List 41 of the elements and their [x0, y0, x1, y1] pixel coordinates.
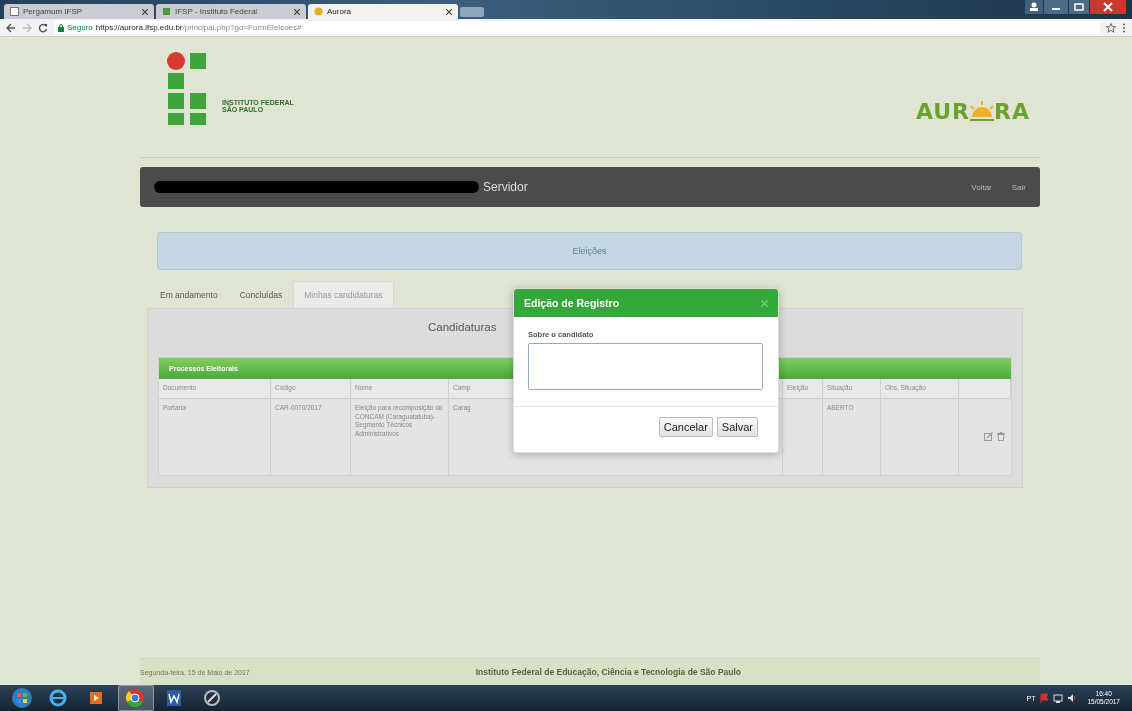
close-icon[interactable]	[142, 8, 148, 15]
favicon-icon	[314, 7, 323, 16]
minimize-icon[interactable]	[1044, 0, 1068, 14]
tab-title: IFSP - Instituto Federal	[175, 7, 259, 16]
section-title: Eleições	[157, 232, 1022, 270]
maximize-icon[interactable]	[1069, 0, 1089, 14]
favicon-icon	[162, 7, 171, 16]
tab-title: Aurora	[327, 7, 352, 16]
dialog-title: Edição de Registro	[524, 297, 620, 309]
star-icon[interactable]	[1106, 22, 1116, 33]
user-role: Servidor	[483, 180, 528, 194]
tab[interactable]: Em andamento	[149, 281, 229, 308]
user-icon[interactable]	[1025, 0, 1043, 14]
chrome-icon[interactable]	[118, 685, 154, 711]
dialog-button[interactable]: Cancelar	[658, 417, 713, 437]
close-icon[interactable]	[294, 8, 300, 15]
tab[interactable]: Concluídas	[228, 281, 294, 308]
close-icon[interactable]	[446, 8, 452, 15]
back-icon[interactable]	[6, 22, 16, 33]
logo-text: AUR	[915, 99, 971, 124]
close-icon[interactable]	[1090, 0, 1126, 14]
reload-icon[interactable]	[38, 22, 48, 33]
tab-title: Pergamum IFSP	[23, 7, 84, 16]
logo-text: RA	[994, 99, 1030, 124]
favicon-icon	[10, 7, 19, 16]
security-label: Seguro	[67, 23, 93, 32]
footer-institution: Instituto Federal de Educação, Ciência e Tecnologia de São Paulo	[475, 667, 742, 677]
network-icon[interactable]	[1053, 693, 1064, 703]
address-bar[interactable]: Seguro https://aurora.ifsp.edu.br/principal.php?go=FormEleicoes#	[54, 21, 1100, 34]
browser-tab[interactable]: IFSP - Instituto Federal	[156, 4, 306, 19]
url-text: https://aurora.ifsp.edu.br/principal.php?go=FormEleicoes#	[95, 23, 302, 32]
nav-link[interactable]: Voltar	[971, 182, 992, 192]
browser-tab[interactable]: Aurora	[308, 4, 458, 19]
menu-icon[interactable]	[1122, 22, 1126, 33]
panel-title: Candidaturas	[428, 321, 497, 333]
volume-icon[interactable]	[1067, 693, 1078, 703]
sun-icon	[970, 100, 995, 123]
nav-link[interactable]: Sair	[1011, 182, 1026, 192]
dialog-button[interactable]: Salvar	[716, 417, 758, 437]
lock-icon	[58, 23, 64, 32]
browser-tab[interactable]: Pergamum IFSP	[4, 4, 154, 19]
